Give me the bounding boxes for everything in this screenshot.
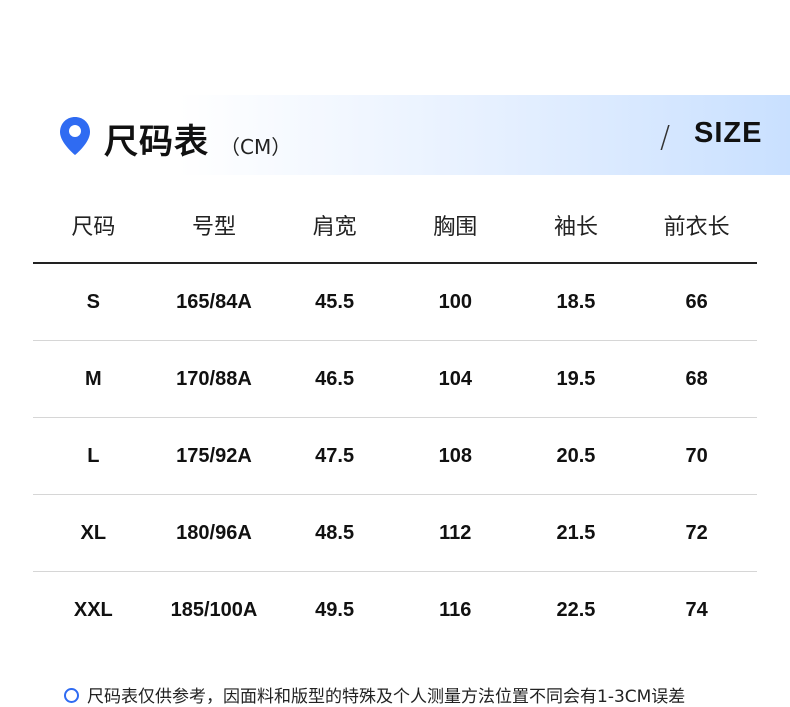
size-label: SIZE — [694, 117, 763, 149]
table-cell: 66 — [636, 263, 757, 341]
table-cell: XL — [33, 494, 154, 572]
table-row: XXL 185/100A 49.5 116 22.5 74 — [33, 572, 757, 649]
table-row: L 175/92A 47.5 108 20.5 70 — [33, 417, 757, 495]
table-cell: M — [33, 340, 154, 418]
table-cell: 170/88A — [153, 340, 275, 418]
slash-divider: / — [660, 120, 671, 155]
column-header: 前衣长 — [636, 188, 757, 264]
column-header: 袖长 — [515, 188, 637, 264]
table-cell: 22.5 — [556, 598, 596, 621]
footnote-text: 尺码表仅供参考，因面料和版型的特殊及个人测量方法位置不同会有1-3CM误差 — [87, 687, 686, 707]
table-row: M 170/88A 46.5 104 19.5 68 — [33, 340, 757, 418]
table-cell: L — [33, 417, 154, 495]
table-cell: 49.5 — [315, 598, 355, 621]
table-cell: 100 — [394, 263, 516, 341]
table-row: S 165/84A 45.5 100 18.5 66 — [33, 263, 757, 341]
table-cell: XXL — [73, 598, 113, 621]
circle-outline-icon — [64, 688, 79, 703]
table-cell: 18.5 — [515, 263, 637, 341]
table-cell: 175/92A — [153, 417, 275, 495]
table-cell: 20.5 — [515, 417, 637, 495]
location-pin-icon — [60, 117, 90, 155]
table-cell: 47.5 — [274, 417, 395, 495]
table-cell: S — [33, 263, 154, 341]
table-cell: 72 — [636, 494, 757, 572]
table-cell: 46.5 — [274, 340, 395, 418]
table-cell: 68 — [636, 340, 757, 418]
table-header-row: 尺码 号型 肩宽 胸围 袖长 前衣长 — [33, 188, 757, 264]
table-cell: 19.5 — [515, 340, 637, 418]
table-cell: 165/84A — [153, 263, 275, 341]
table-cell: 70 — [636, 417, 757, 495]
column-header: 胸围 — [394, 188, 516, 264]
table-row: XL 180/96A 48.5 112 21.5 72 — [33, 494, 757, 572]
table-cell: 116 — [439, 598, 472, 621]
table-cell: 185/100A — [170, 598, 258, 621]
column-header: 肩宽 — [274, 188, 395, 264]
column-header: 尺码 — [33, 188, 154, 264]
table-cell: 180/96A — [153, 494, 275, 572]
unit-label: （CM） — [220, 135, 292, 159]
table-cell: 48.5 — [274, 494, 395, 572]
table-cell: 108 — [394, 417, 516, 495]
table-cell: 104 — [394, 340, 516, 418]
page-title: 尺码表 — [104, 122, 209, 162]
table-cell: 45.5 — [274, 263, 395, 341]
size-table: 尺码 号型 肩宽 胸围 袖长 前衣长 S 165/84A 45.5 100 18… — [33, 188, 757, 648]
table-cell: 112 — [394, 494, 516, 572]
column-header: 号型 — [153, 188, 275, 264]
table-cell: 74 — [685, 598, 708, 621]
table-cell: 21.5 — [515, 494, 637, 572]
